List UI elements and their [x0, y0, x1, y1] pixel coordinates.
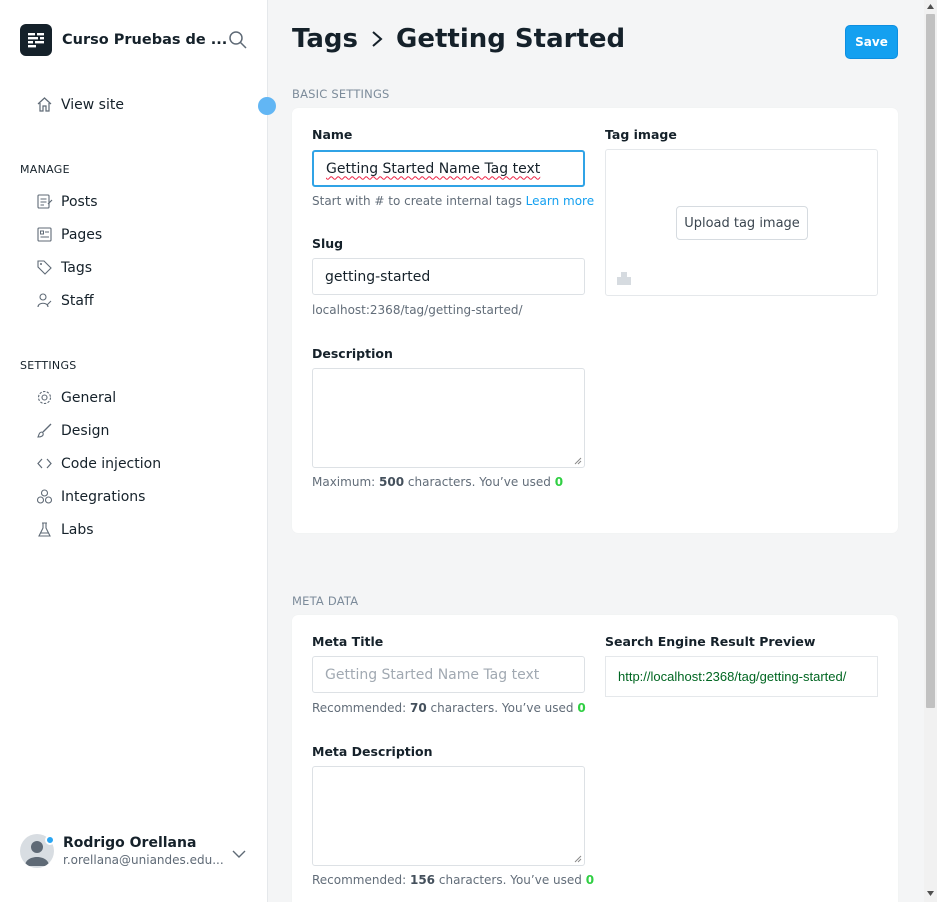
learn-more-link[interactable]: Learn more	[526, 194, 594, 208]
name-hint-text: Start with # to create internal tags	[312, 194, 522, 208]
gear-icon	[37, 390, 52, 405]
meta-title-hint-prefix: Recommended:	[312, 701, 407, 715]
manage-heading: MANAGE	[20, 163, 70, 176]
sidebar-item-integrations[interactable]: Integrations	[36, 488, 145, 505]
brush-icon	[37, 423, 52, 438]
slug-input-value: getting-started	[325, 268, 431, 285]
page-title: Getting Started	[396, 24, 626, 54]
meta-description-recommended: 156	[409, 873, 436, 887]
scroll-thumb[interactable]	[926, 14, 935, 708]
sidebar-item-label: Design	[61, 422, 110, 439]
meta-description-used-count: 0	[585, 873, 595, 887]
description-label: Description	[312, 346, 393, 361]
meta-description-hint: Recommended: 156 characters. You’ve used…	[312, 873, 594, 887]
save-button[interactable]: Save	[845, 25, 898, 59]
sidebar-item-label: Labs	[61, 521, 94, 538]
meta-data-card: Meta Title Getting Started Name Tag text…	[292, 615, 898, 902]
serp-preview: http://localhost:2368/tag/getting-starte…	[605, 656, 878, 697]
sidebar-item-posts[interactable]: Posts	[36, 193, 98, 210]
meta-title-placeholder: Getting Started Name Tag text	[325, 666, 540, 683]
code-icon	[37, 458, 52, 469]
upload-tag-image-button[interactable]: Upload tag image	[676, 206, 808, 240]
sidebar-item-label: Tags	[61, 259, 92, 276]
slug-url: localhost:2368/tag/getting-started/	[312, 303, 523, 317]
flask-icon	[38, 522, 51, 537]
scroll-up-arrow-icon[interactable]	[927, 4, 934, 9]
description-hint: Maximum: 500 characters. You’ve used 0	[312, 475, 563, 489]
sidebar-item-general[interactable]: General	[36, 389, 116, 406]
tag-image-dropzone[interactable]: Upload tag image	[605, 149, 878, 296]
meta-title-label: Meta Title	[312, 634, 384, 649]
serp-label: Search Engine Result Preview	[605, 634, 816, 649]
scrollbar[interactable]	[924, 0, 937, 902]
view-site-link[interactable]: View site	[36, 96, 124, 113]
search-icon[interactable]	[228, 30, 248, 50]
description-hint-prefix: Maximum:	[312, 475, 376, 489]
slug-label: Slug	[312, 236, 344, 251]
site-title: Curso Pruebas de ...	[62, 32, 228, 48]
sidebar-item-label: Posts	[61, 193, 98, 210]
basic-settings-card: Name Getting Started Name Tag text Start…	[292, 108, 898, 533]
sidebar-item-label: General	[61, 389, 117, 406]
staff-icon	[37, 293, 52, 308]
sidebar: Curso Pruebas de ... View site MANAGE Po…	[0, 0, 276, 902]
tag-image-label: Tag image	[605, 127, 677, 142]
user-name: Rodrigo Orellana	[63, 835, 197, 851]
name-hint: Start with # to create internal tags Lea…	[312, 194, 594, 208]
meta-data-heading: META DATA	[292, 594, 359, 608]
name-label: Name	[312, 127, 353, 142]
image-placeholder-icon	[617, 272, 631, 285]
meta-title-hint: Recommended: 70 characters. You’ve used …	[312, 701, 586, 715]
main-content: Tags Getting Started Save BASIC SETTINGS…	[268, 0, 924, 902]
view-site-label: View site	[61, 96, 124, 113]
name-input-value: Getting Started Name Tag text	[326, 160, 541, 177]
breadcrumb-tags-link[interactable]: Tags	[292, 24, 358, 54]
meta-description-hint-middle: characters. You’ve used	[438, 873, 582, 887]
pages-icon	[37, 227, 52, 242]
brand[interactable]: Curso Pruebas de ...	[20, 24, 227, 56]
sidebar-item-design[interactable]: Design	[36, 422, 109, 439]
description-textarea[interactable]	[312, 368, 585, 468]
sidebar-item-label: Staff	[61, 292, 94, 309]
name-input[interactable]: Getting Started Name Tag text	[312, 150, 585, 187]
sidebar-item-label: Pages	[61, 226, 103, 243]
user-email: r.orellana@uniandes.edu...	[63, 853, 224, 867]
sidebar-item-code-injection[interactable]: Code injection	[36, 455, 161, 472]
meta-description-textarea[interactable]	[312, 766, 585, 866]
home-icon	[37, 97, 52, 112]
posts-icon	[37, 194, 53, 209]
tag-icon	[37, 260, 52, 275]
settings-heading: SETTINGS	[20, 359, 77, 372]
slug-input[interactable]: getting-started	[312, 258, 585, 295]
sidebar-item-label: Integrations	[61, 488, 146, 505]
resize-grip-icon[interactable]	[574, 457, 582, 465]
meta-description-hint-prefix: Recommended:	[312, 873, 407, 887]
integrations-icon	[36, 489, 53, 504]
breadcrumb: Tags Getting Started	[292, 24, 625, 54]
description-hint-middle: characters. You’ve used	[407, 475, 551, 489]
meta-title-input[interactable]: Getting Started Name Tag text	[312, 656, 585, 693]
meta-title-used-count: 0	[577, 701, 586, 715]
chevron-down-icon[interactable]	[232, 846, 246, 860]
description-max: 500	[379, 475, 405, 489]
resize-grip-icon[interactable]	[574, 855, 582, 863]
meta-title-recommended: 70	[409, 701, 427, 715]
sidebar-item-pages[interactable]: Pages	[36, 226, 102, 243]
sidebar-item-tags[interactable]: Tags	[36, 259, 92, 276]
scroll-down-arrow-icon[interactable]	[927, 891, 934, 896]
meta-description-label: Meta Description	[312, 744, 433, 759]
description-used-count: 0	[554, 475, 564, 489]
meta-title-hint-middle: characters. You’ve used	[430, 701, 574, 715]
sidebar-item-staff[interactable]: Staff	[36, 292, 94, 309]
notification-dot	[45, 835, 55, 845]
site-logo-icon	[20, 24, 52, 56]
serp-url: http://localhost:2368/tag/getting-starte…	[618, 669, 847, 684]
basic-settings-heading: BASIC SETTINGS	[292, 87, 390, 101]
chevron-right-icon	[372, 31, 383, 47]
sidebar-item-label: Code injection	[61, 455, 162, 472]
sidebar-item-labs[interactable]: Labs	[36, 521, 94, 538]
